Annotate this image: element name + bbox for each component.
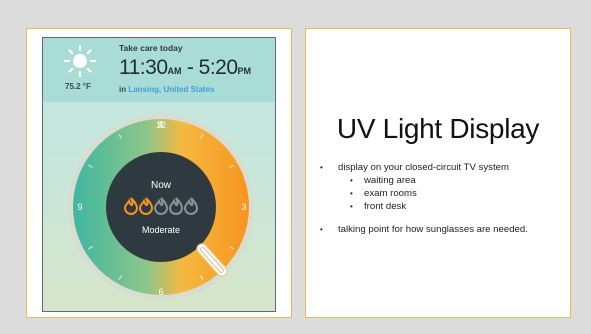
right-slide-panel: UV Light Display display on your closed-… [305, 28, 571, 318]
hour-label-9: 9 [77, 202, 82, 212]
location-link[interactable]: Lansing, United States [128, 85, 214, 94]
hour-label-3: 3 [241, 202, 246, 212]
start-time: 11:30 [119, 56, 168, 79]
slide-title: UV Light Display [336, 113, 540, 144]
left-slide-panel: 75.2 °F Take care today 11:30AM - 5:20PM… [26, 28, 292, 318]
time-separator: - [181, 56, 199, 79]
location-line: in Lansing, United States [119, 85, 215, 94]
sub-bullet-item: waiting area [320, 174, 528, 187]
end-period: PM [237, 66, 252, 76]
end-time: 5:20 [198, 56, 238, 79]
start-period: AM [167, 66, 182, 76]
bullet-item: display on your closed-circuit TV system [320, 161, 528, 174]
app-header: 75.2 °F Take care today 11:30AM - 5:20PM… [43, 38, 275, 102]
header-title: Take care today [119, 43, 183, 53]
temperature-readout: 75.2 °F [65, 82, 91, 91]
uv-clock-dial[interactable]: 12 3 6 9 Now Moderate [66, 112, 256, 302]
bullet-item: talking point for how sunglasses are nee… [320, 223, 528, 236]
uv-level-label: Moderate [142, 225, 180, 235]
uv-app-screenshot: 75.2 °F Take care today 11:30AM - 5:20PM… [42, 37, 276, 312]
bullet-list: display on your closed-circuit TV system… [320, 161, 528, 236]
sub-bullet-item: front desk [320, 200, 528, 213]
now-label: Now [151, 180, 172, 191]
hour-label-6: 6 [158, 287, 163, 297]
sun-icon [63, 44, 97, 78]
sub-bullet-item: exam rooms [320, 187, 528, 200]
hour-label-12: 12 [156, 120, 166, 130]
location-prefix: in [119, 85, 127, 94]
time-range: 11:30AM - 5:20PM [119, 56, 251, 80]
